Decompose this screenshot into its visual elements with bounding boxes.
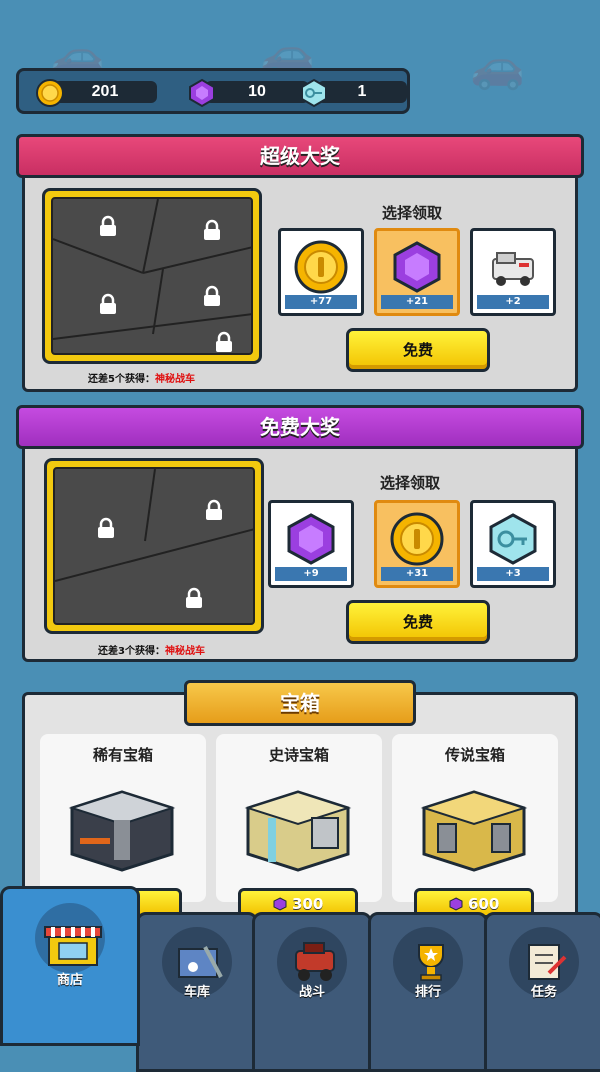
tab-label: 战斗 — [298, 985, 325, 1000]
tab-label: 商店 — [56, 973, 83, 988]
free-option-coin[interactable]: +31 — [374, 500, 460, 588]
shop-icon — [44, 926, 102, 966]
lock-icon — [201, 219, 223, 241]
chest-name: 传说宝箱 — [444, 746, 505, 764]
tab-label: 车库 — [183, 985, 210, 1000]
tab-battle[interactable]: 战斗 — [252, 912, 372, 1072]
battle-car-icon — [295, 942, 335, 981]
tab-garage[interactable]: 车库 — [136, 912, 258, 1072]
option-count: +77 — [285, 295, 357, 309]
purple-gem-icon — [287, 513, 335, 565]
reward-name: 神秘战车 — [154, 374, 195, 385]
key-icon — [489, 513, 537, 565]
trophy-icon — [418, 944, 444, 981]
gem-amount: 10 — [205, 81, 309, 103]
lock-icon — [97, 215, 119, 237]
chest-price: 600 — [467, 895, 500, 913]
garage-icon — [178, 946, 223, 978]
option-count: +3 — [477, 567, 549, 581]
free-prize-title: 免费大奖 — [16, 405, 584, 449]
crack-lines — [55, 469, 253, 582]
option-count: +9 — [275, 567, 347, 581]
armored-car-icon — [492, 252, 534, 286]
rare-chest-icon — [68, 790, 176, 872]
free-prize-progress: 还差3个获得：神秘战车 — [98, 646, 205, 657]
super-option-gem[interactable]: +21 — [374, 228, 460, 316]
tab-label: 排行 — [414, 985, 441, 1000]
lock-icon — [203, 499, 225, 521]
tab-shop[interactable]: 商店 — [0, 886, 140, 1046]
chest-name: 稀有宝箱 — [92, 746, 153, 764]
chest-name: 史诗宝箱 — [268, 746, 329, 764]
currency-bar: 201 10 1 — [16, 68, 410, 114]
reward-name: 神秘战车 — [164, 646, 205, 657]
purple-gem-icon — [189, 78, 215, 108]
super-option-car[interactable]: +2 — [470, 228, 556, 316]
key-icon — [301, 78, 327, 108]
option-count: +31 — [381, 567, 453, 581]
legendary-chest-icon — [420, 790, 528, 872]
option-count: +21 — [381, 295, 453, 309]
purple-gem-icon — [449, 897, 463, 911]
gold-coin-icon — [390, 512, 444, 566]
lock-icon — [183, 587, 205, 609]
tab-label: 任务 — [530, 985, 557, 1000]
super-option-coin[interactable]: +77 — [278, 228, 364, 316]
super-prize-lock-grid — [42, 188, 262, 364]
lock-icon — [97, 293, 119, 315]
free-option-key[interactable]: +3 — [470, 500, 556, 588]
free-option-gem[interactable]: +9 — [268, 500, 354, 588]
purple-gem-icon — [393, 241, 441, 293]
tab-ranking[interactable]: 排行 — [368, 912, 488, 1072]
key-amount: 1 — [317, 81, 407, 103]
free-choose-label: 选择领取 — [380, 474, 441, 492]
purple-gem-icon — [273, 897, 287, 911]
task-list-icon — [528, 944, 567, 980]
epic-chest-icon — [244, 790, 352, 872]
chest-price: 300 — [291, 895, 324, 913]
gold-coin-icon — [36, 79, 64, 107]
lock-icon — [201, 285, 223, 307]
coin-amount: 201 — [53, 81, 157, 103]
free-prize-lock-grid — [44, 458, 264, 634]
free-free-button[interactable]: 免费 — [346, 600, 490, 644]
background-car-icon: 🚗 — [470, 41, 525, 92]
super-prize-progress: 还差5个获得：神秘战车 — [88, 374, 195, 385]
lock-icon — [213, 331, 235, 353]
super-prize-title: 超级大奖 — [16, 134, 584, 178]
super-choose-label: 选择领取 — [382, 204, 443, 222]
chest-card-legendary[interactable]: 传说宝箱 — [392, 734, 558, 902]
lock-icon — [95, 517, 117, 539]
chest-section-title: 宝箱 — [184, 680, 416, 726]
option-count: +2 — [477, 295, 549, 309]
chest-card-rare[interactable]: 稀有宝箱 — [40, 734, 206, 902]
gold-coin-icon — [294, 240, 348, 294]
super-free-button[interactable]: 免费 — [346, 328, 490, 372]
chest-card-epic[interactable]: 史诗宝箱 — [216, 734, 382, 902]
tab-tasks[interactable]: 任务 — [484, 912, 600, 1072]
